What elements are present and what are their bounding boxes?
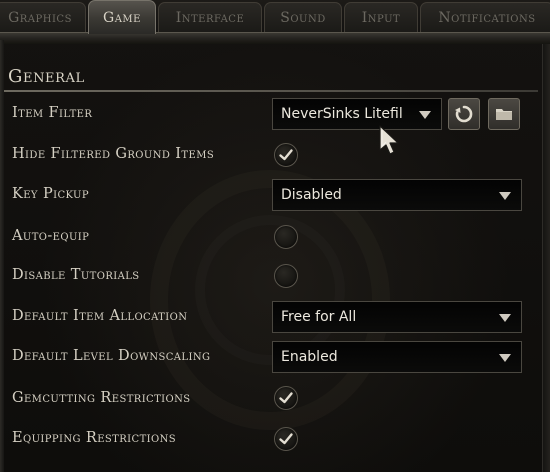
checkmark-icon — [279, 392, 293, 404]
frame-border-top — [0, 32, 550, 44]
default-level-downscaling-value: Enabled — [281, 349, 338, 365]
auto-equip-checkbox[interactable] — [274, 225, 298, 249]
disable-tutorials-checkbox[interactable] — [274, 264, 298, 288]
folder-icon — [496, 109, 512, 120]
tab-input[interactable]: Input — [344, 2, 418, 32]
reload-filter-button[interactable] — [448, 98, 480, 130]
equipping-restrictions-label: Equipping Restrictions — [12, 430, 177, 446]
default-level-downscaling-dropdown[interactable]: Enabled — [272, 341, 522, 373]
item-filter-dropdown[interactable]: NeverSinks Litefil — [272, 98, 442, 130]
tab-game[interactable]: Game — [88, 0, 156, 34]
hide-filtered-ground-items-checkbox[interactable] — [274, 143, 298, 167]
default-item-allocation-dropdown[interactable]: Free for All — [272, 301, 522, 333]
equipping-restrictions-checkbox[interactable] — [274, 427, 298, 451]
default-item-allocation-value: Free for All — [281, 309, 357, 325]
chevron-down-icon — [499, 354, 511, 362]
key-pickup-label: Key Pickup — [12, 186, 89, 202]
key-pickup-value: Disabled — [281, 187, 342, 203]
chevron-down-icon — [419, 111, 431, 119]
tab-notifications[interactable]: Notifications — [420, 2, 550, 32]
key-pickup-dropdown[interactable]: Disabled — [272, 179, 522, 211]
default-level-downscaling-label: Default Level Downscaling — [12, 348, 211, 364]
tab-bar: Graphics Game Interface Sound Input Noti… — [0, 0, 550, 34]
settings-window: Graphics Game Interface Sound Input Noti… — [0, 0, 550, 472]
item-filter-value: NeverSinks Litefil — [281, 106, 403, 122]
checkmark-icon — [279, 433, 293, 445]
item-filter-label: Item Filter — [12, 105, 93, 121]
hide-filtered-ground-items-label: Hide Filtered Ground Items — [12, 146, 215, 162]
reload-icon — [455, 105, 473, 123]
mouse-cursor-icon — [379, 125, 399, 155]
tab-interface[interactable]: Interface — [158, 2, 262, 32]
scrollbar[interactable] — [542, 44, 550, 472]
tab-sound[interactable]: Sound — [264, 2, 342, 32]
disable-tutorials-label: Disable Tutorials — [12, 267, 140, 283]
frame-border-left — [0, 40, 4, 472]
tab-graphics[interactable]: Graphics — [0, 2, 86, 32]
default-item-allocation-label: Default Item Allocation — [12, 308, 188, 324]
chevron-down-icon — [499, 192, 511, 200]
gemcutting-restrictions-label: Gemcutting Restrictions — [12, 390, 191, 406]
auto-equip-label: Auto-equip — [12, 228, 90, 244]
open-folder-button[interactable] — [488, 98, 520, 130]
chevron-down-icon — [499, 314, 511, 322]
gemcutting-restrictions-checkbox[interactable] — [274, 386, 298, 410]
section-divider — [4, 90, 538, 92]
section-title: General — [8, 66, 85, 87]
checkmark-icon — [279, 149, 293, 161]
